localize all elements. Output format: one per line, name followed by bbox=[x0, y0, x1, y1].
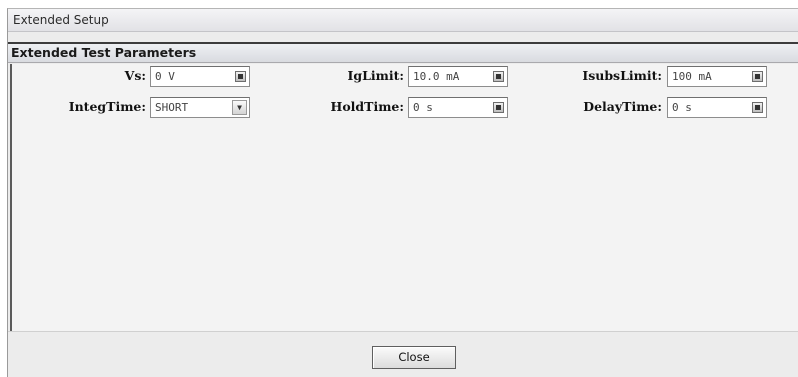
delaytime-spin-icon[interactable] bbox=[752, 102, 763, 113]
holdtime-field[interactable]: 0 s bbox=[408, 97, 508, 118]
delaytime-label: DelayTime: bbox=[583, 99, 662, 114]
extended-setup-window: Extended Setup Extended Test Parameters … bbox=[7, 8, 798, 377]
iglimit-field[interactable]: 10.0 mA bbox=[408, 66, 508, 87]
iglimit-spin-icon[interactable] bbox=[493, 71, 504, 82]
group-title: Extended Test Parameters bbox=[8, 42, 798, 63]
iglimit-label: IgLimit: bbox=[347, 68, 405, 83]
integtime-select[interactable]: SHORT ▼ bbox=[150, 97, 250, 118]
vs-value: 0 V bbox=[155, 70, 175, 83]
close-button[interactable]: Close bbox=[372, 346, 456, 369]
integtime-label: IntegTime: bbox=[68, 99, 146, 114]
holdtime-label: HoldTime: bbox=[330, 99, 404, 114]
iglimit-value: 10.0 mA bbox=[413, 70, 460, 83]
isubslimit-field[interactable]: 100 mA bbox=[667, 66, 767, 87]
vs-label: Vs: bbox=[124, 68, 146, 83]
isubslimit-spin-icon[interactable] bbox=[752, 71, 763, 82]
dialog-footer: Close bbox=[8, 331, 798, 377]
delaytime-value: 0 s bbox=[672, 101, 692, 114]
holdtime-value: 0 s bbox=[413, 101, 433, 114]
isubslimit-value: 100 mA bbox=[672, 70, 712, 83]
window-title: Extended Setup bbox=[8, 9, 798, 32]
vs-field[interactable]: 0 V bbox=[150, 66, 250, 87]
integtime-value: SHORT bbox=[155, 101, 189, 114]
parameters-panel: Vs: 0 V IgLimit: 10.0 mA IsubsLimit: 100… bbox=[10, 64, 798, 331]
vs-spin-icon[interactable] bbox=[235, 71, 246, 82]
chevron-down-icon[interactable]: ▼ bbox=[232, 100, 247, 115]
isubslimit-label: IsubsLimit: bbox=[582, 68, 662, 83]
holdtime-spin-icon[interactable] bbox=[493, 102, 504, 113]
delaytime-field[interactable]: 0 s bbox=[667, 97, 767, 118]
